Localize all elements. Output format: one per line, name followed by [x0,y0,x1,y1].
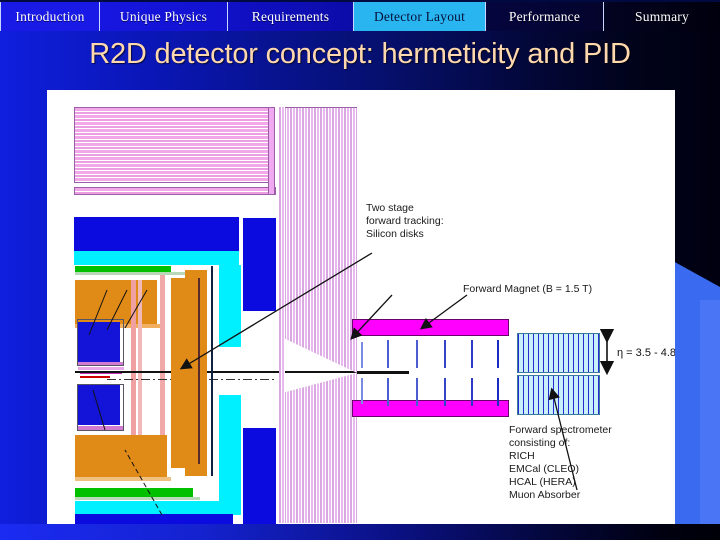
slide-canvas: Introduction Unique Physics Requirements… [0,0,720,540]
tab-label: Unique Physics [119,8,208,24]
tab-label: Summary [635,8,689,24]
tab-label: Performance [508,8,581,24]
detector-layout-figure: Two stage forward tracking: Silicon disk… [47,90,675,524]
slide-title: R2D detector concept: hermeticity and PI… [89,38,631,70]
annotation-forward-tracking: Two stage forward tracking: Silicon disk… [366,202,444,240]
tab-requirements[interactable]: Requirements [228,2,354,31]
tab-performance[interactable]: Performance [486,2,604,31]
footer-bar [0,524,720,540]
tab-label: Requirements [251,8,330,24]
annotation-forward-spectrometer: Forward spectrometer consisting of: RICH… [509,424,612,501]
tab-label: Introduction [15,8,85,24]
navigation-tabbar: Introduction Unique Physics Requirements… [0,0,720,31]
annotation-forward-magnet: Forward Magnet (B = 1.5 T) [463,283,593,295]
tab-label: Detector Layout [373,8,466,24]
tab-unique-physics[interactable]: Unique Physics [100,2,228,31]
tab-detector-layout[interactable]: Detector Layout [354,2,486,31]
annotation-eta-range: η = 3.5 - 4.8 [617,347,675,359]
tab-introduction[interactable]: Introduction [0,2,100,31]
decorative-right-band-edge [700,300,720,540]
tab-summary[interactable]: Summary [604,2,720,31]
